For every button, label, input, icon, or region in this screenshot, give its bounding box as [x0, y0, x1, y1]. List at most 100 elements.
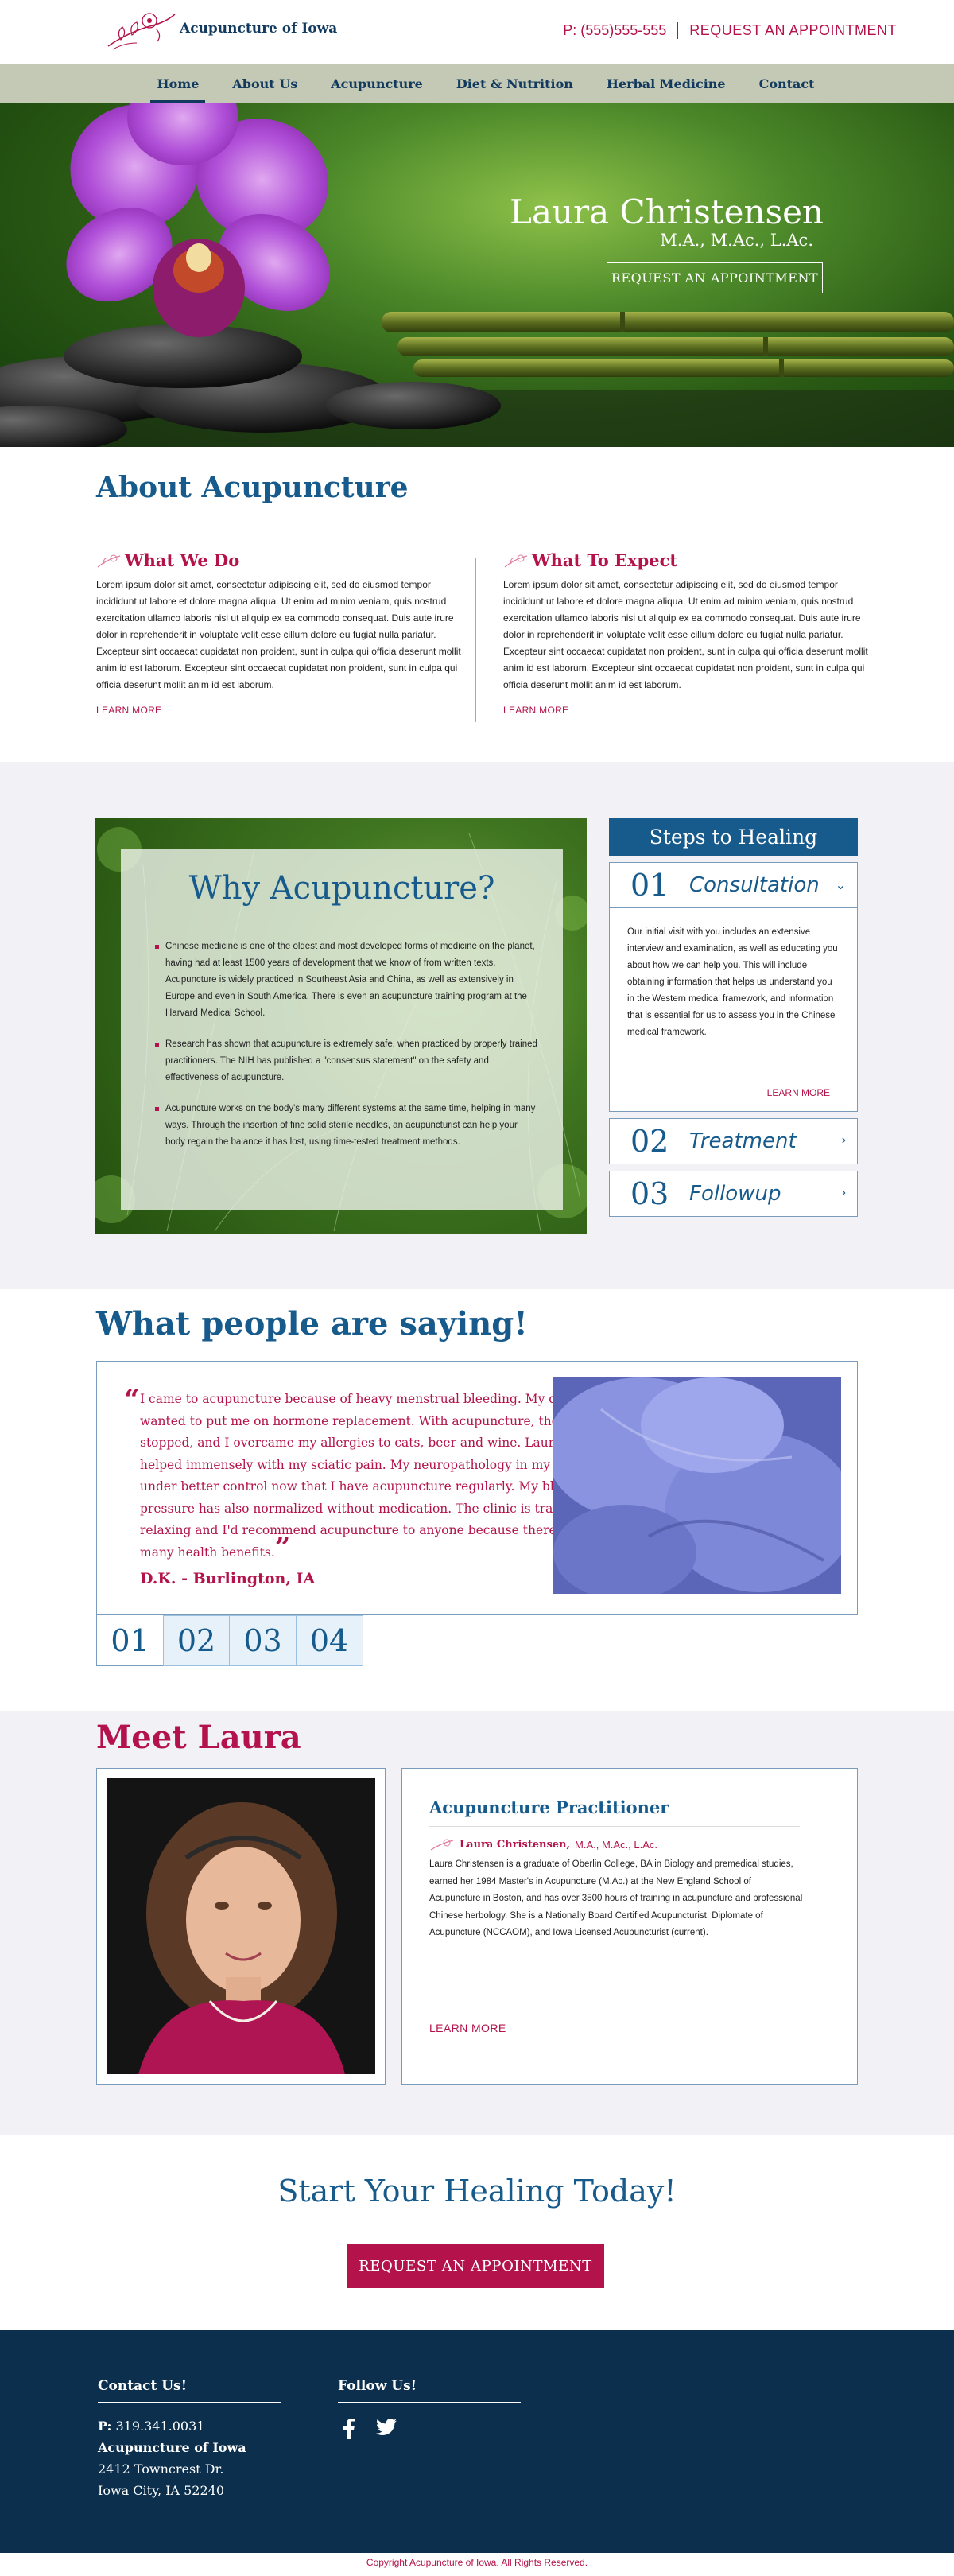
testimonial-quote: “ I came to acupuncture because of heavy…	[124, 1384, 622, 1564]
footer-contact-heading: Contact Us!	[98, 2378, 281, 2403]
bio-learn-more[interactable]: LEARN MORE	[429, 2022, 506, 2034]
footer: Contact Us! P: 319.341.0031 Acupuncture …	[0, 2330, 954, 2576]
orchid-sprig-icon	[504, 554, 528, 567]
chevron-down-icon: ⌄	[835, 879, 846, 892]
orchid-sprig-icon	[97, 554, 121, 567]
what-to-expect-learn-more[interactable]: LEARN MORE	[503, 705, 869, 716]
why-acupuncture-panel: Why Acupuncture? Chinese medicine is one…	[95, 818, 587, 1234]
nav-herbal-medicine[interactable]: Herbal Medicine	[607, 76, 726, 91]
what-to-expect-heading: What To Expect	[532, 550, 678, 570]
footer-phone-label: P:	[98, 2419, 112, 2434]
photo-frame	[96, 1768, 386, 2085]
what-we-do-learn-more[interactable]: LEARN MORE	[96, 705, 462, 716]
logo[interactable]: Acupuncture of Iowa	[105, 8, 337, 54]
meet-title: Meet Laura	[96, 1719, 301, 1756]
bio-name: Laura Christensen, M.A., M.Ac., L.Ac.	[429, 1837, 657, 1851]
why-point: Research has shown that acupuncture is e…	[155, 1036, 539, 1086]
bio-name-text: Laura Christensen,	[460, 1838, 571, 1851]
hero-appointment-button[interactable]: REQUEST AN APPOINTMENT	[607, 262, 823, 293]
steps-title: Steps to Healing	[609, 818, 858, 856]
meet-section: Meet Laura Acupuncture Practitioner Laur…	[0, 1711, 954, 2135]
nav-contact[interactable]: Contact	[759, 76, 815, 91]
step-number: 01	[630, 868, 669, 903]
step-consultation-body: Our initial visit with you includes an e…	[610, 907, 857, 1111]
footer-address-1: 2412 Towncrest Dr.	[98, 2461, 224, 2477]
copyright: Copyright Acupuncture of Iowa. All Right…	[0, 2553, 954, 2576]
bio-text: Laura Christensen is a graduate of Oberl…	[429, 1859, 803, 1937]
why-list: Chinese medicine is one of the oldest an…	[155, 938, 539, 1165]
step-consultation: 01 Consultation ⌄ Our initial visit with…	[609, 862, 858, 1112]
steps-accordion: Steps to Healing 01 Consultation ⌄ Our i…	[609, 818, 858, 1217]
what-to-expect-column: What To Expect Lorem ipsum dolor sit ame…	[503, 550, 869, 716]
testimonial-tab-3[interactable]: 03	[229, 1615, 297, 1666]
hero-banner: Laura Christensen M.A., M.Ac., L.Ac. REQ…	[0, 103, 954, 447]
step-treatment[interactable]: 02 Treatment ›	[609, 1118, 858, 1164]
cta-section: Start Your Healing Today! REQUEST AN APP…	[0, 2135, 954, 2330]
what-we-do-text: Lorem ipsum dolor sit amet, consectetur …	[96, 579, 461, 690]
hero-name: Laura Christensen	[510, 192, 824, 231]
cta-appointment-button[interactable]: REQUEST AN APPOINTMENT	[347, 2244, 604, 2288]
what-we-do-column: What We Do Lorem ipsum dolor sit amet, c…	[96, 550, 462, 716]
step-followup[interactable]: 03 Followup ›	[609, 1171, 858, 1217]
divider	[429, 1826, 800, 1827]
brand-name: Acupuncture of Iowa	[180, 21, 338, 37]
header-appointment-link[interactable]: REQUEST AN APPOINTMENT	[678, 22, 897, 39]
step-number: 03	[630, 1176, 669, 1211]
step-name: Followup	[689, 1182, 781, 1206]
what-to-expect-text: Lorem ipsum dolor sit amet, consectetur …	[503, 579, 868, 690]
testimonial-tab-2[interactable]: 02	[162, 1615, 231, 1666]
testimonial-tab-4[interactable]: 04	[295, 1615, 363, 1666]
header-actions: P: (555)555-555 REQUEST AN APPOINTMENT	[563, 22, 897, 39]
chevron-right-icon: ›	[841, 1186, 846, 1199]
step-name: Consultation	[689, 873, 820, 897]
footer-org: Acupuncture of Iowa	[98, 2440, 246, 2455]
orchid-logo-icon	[107, 13, 176, 50]
why-content-card: Why Acupuncture? Chinese medicine is one…	[121, 849, 563, 1210]
footer-phone-number: 319.341.0031	[115, 2419, 205, 2434]
nav-diet-nutrition[interactable]: Diet & Nutrition	[456, 76, 573, 91]
quote-close-icon: ”	[274, 1531, 291, 1564]
why-title: Why Acupuncture?	[188, 870, 495, 907]
step-number: 02	[630, 1124, 669, 1159]
facebook-icon[interactable]	[343, 2419, 355, 2439]
about-section: About Acupuncture What We Do Lorem ipsum…	[0, 447, 954, 762]
testimonial-author: D.K. - Burlington, IA	[140, 1570, 316, 1587]
testimonials-title: What people are saying!	[96, 1305, 528, 1342]
step-learn-more[interactable]: LEARN MORE	[767, 1087, 830, 1098]
cta-title: Start Your Healing Today!	[277, 2174, 677, 2209]
why-point: Acupuncture works on the body's many dif…	[155, 1101, 539, 1151]
footer-phone[interactable]: P: 319.341.0031	[98, 2415, 281, 2437]
testimonial-tab-1[interactable]: 01	[96, 1615, 164, 1666]
page: Acupuncture of Iowa P: (555)555-555 REQU…	[0, 0, 954, 2576]
footer-follow: Follow Us!	[338, 2378, 521, 2439]
why-section: Why Acupuncture? Chinese medicine is one…	[0, 762, 954, 1289]
bio-credentials: M.A., M.Ac., L.Ac.	[575, 1838, 658, 1851]
laura-portrait-image	[107, 1778, 375, 2074]
column-divider	[475, 558, 476, 722]
step-consultation-header[interactable]: 01 Consultation ⌄	[610, 863, 857, 907]
nav-home[interactable]: Home	[150, 76, 206, 103]
testimonial-card: “ I came to acupuncture because of heavy…	[96, 1361, 858, 1615]
bio-title: Acupuncture Practitioner	[429, 1797, 669, 1817]
nav-acupuncture[interactable]: Acupuncture	[331, 76, 423, 91]
footer-follow-heading: Follow Us!	[338, 2378, 521, 2403]
about-title: About Acupuncture	[96, 471, 409, 504]
iris-flower-image	[553, 1377, 841, 1594]
step-name: Treatment	[689, 1129, 797, 1153]
twitter-icon[interactable]	[376, 2419, 397, 2436]
bio-card: Acupuncture Practitioner Laura Christens…	[401, 1768, 858, 2085]
header-phone[interactable]: P: (555)555-555	[563, 22, 679, 39]
step-description: Our initial visit with you includes an e…	[627, 927, 838, 1037]
what-we-do-heading: What We Do	[125, 550, 240, 570]
testimonial-tabs: 01 02 03 04	[96, 1615, 363, 1666]
quote-text: I came to acupuncture because of heavy m…	[140, 1392, 622, 1560]
footer-contact: Contact Us! P: 319.341.0031 Acupuncture …	[98, 2378, 281, 2501]
why-point: Chinese medicine is one of the oldest an…	[155, 938, 539, 1022]
header: Acupuncture of Iowa P: (555)555-555 REQU…	[0, 0, 954, 64]
nav-about-us[interactable]: About Us	[232, 76, 297, 91]
main-nav: Home About Us Acupuncture Diet & Nutriti…	[0, 64, 954, 103]
footer-address-2: Iowa City, IA 52240	[98, 2483, 225, 2498]
orchid-sprig-icon	[430, 1839, 454, 1851]
testimonials-section: What people are saying! “ I came to acup…	[0, 1289, 954, 1711]
chevron-right-icon: ›	[841, 1133, 846, 1147]
